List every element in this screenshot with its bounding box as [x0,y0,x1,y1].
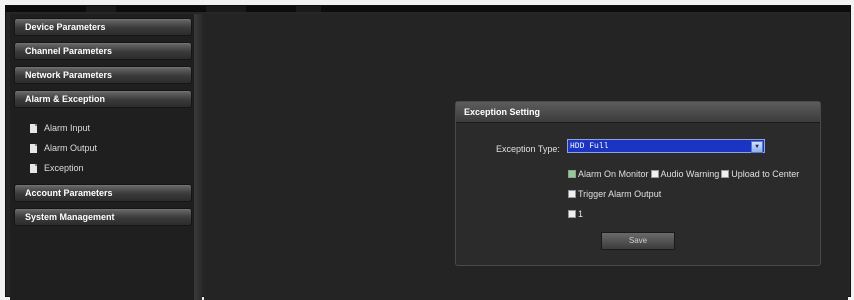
trigger-options-row: Trigger Alarm Output [568,189,663,199]
checkbox-box [568,170,576,178]
chevron-down-icon[interactable]: ▼ [751,141,763,153]
sidebar: Device Parameters Channel Parameters Net… [10,14,196,300]
document-icon [30,163,37,173]
trigger-alarm-output-checkbox[interactable]: Trigger Alarm Output [568,189,661,199]
checkbox-label: Trigger Alarm Output [578,189,662,199]
checkbox-label: 1 [578,209,584,219]
nav-account-parameters[interactable]: Account Parameters [14,184,192,202]
checkbox-label: Upload to Center [731,169,800,179]
alarm-exception-submenu: Alarm Input Alarm Output Exception [14,114,192,184]
checkbox-label: Alarm On Monitor [578,169,649,179]
audio-warning-checkbox[interactable]: Audio Warning [650,169,720,179]
nav-system-management[interactable]: System Management [14,208,192,226]
checkbox-box [650,170,659,178]
alarm-on-monitor-checkbox[interactable]: Alarm On Monitor [568,169,649,179]
checkbox-box [568,190,576,198]
panel-title: Exception Setting [456,102,820,123]
save-button[interactable]: Save [601,232,675,250]
nav-item-exception[interactable]: Exception [30,158,192,178]
exception-type-value: HDD Full [570,142,609,151]
checkbox-box [568,210,576,218]
checkbox-label: Audio Warning [660,169,720,179]
upload-to-center-checkbox[interactable]: Upload to Center [721,169,799,179]
output-1-checkbox[interactable]: 1 [568,209,583,219]
nav-item-alarm-output[interactable]: Alarm Output [30,138,192,158]
exception-type-select[interactable]: HDD Full ▼ [567,139,765,153]
nav-network-parameters[interactable]: Network Parameters [14,66,192,84]
linkage-options-row: Alarm On Monitor Audio Warning Upload to… [568,169,801,179]
nav-item-alarm-input[interactable]: Alarm Input [30,118,192,138]
document-icon [30,143,37,153]
nav-alarm-exception[interactable]: Alarm & Exception [14,90,192,108]
nav-item-label: Alarm Output [44,143,98,153]
document-icon [30,123,37,133]
top-bar [6,6,850,12]
nav-device-parameters[interactable]: Device Parameters [14,18,192,36]
exception-setting-panel: Exception Setting Exception Type: HDD Fu… [455,101,821,266]
exception-type-label: Exception Type: [496,144,560,154]
sidebar-divider [194,14,202,300]
nav-item-label: Exception [44,163,84,173]
nav-channel-parameters[interactable]: Channel Parameters [14,42,192,60]
nav-item-label: Alarm Input [44,123,91,133]
output-channel-row: 1 [568,209,585,219]
checkbox-box [721,170,730,178]
